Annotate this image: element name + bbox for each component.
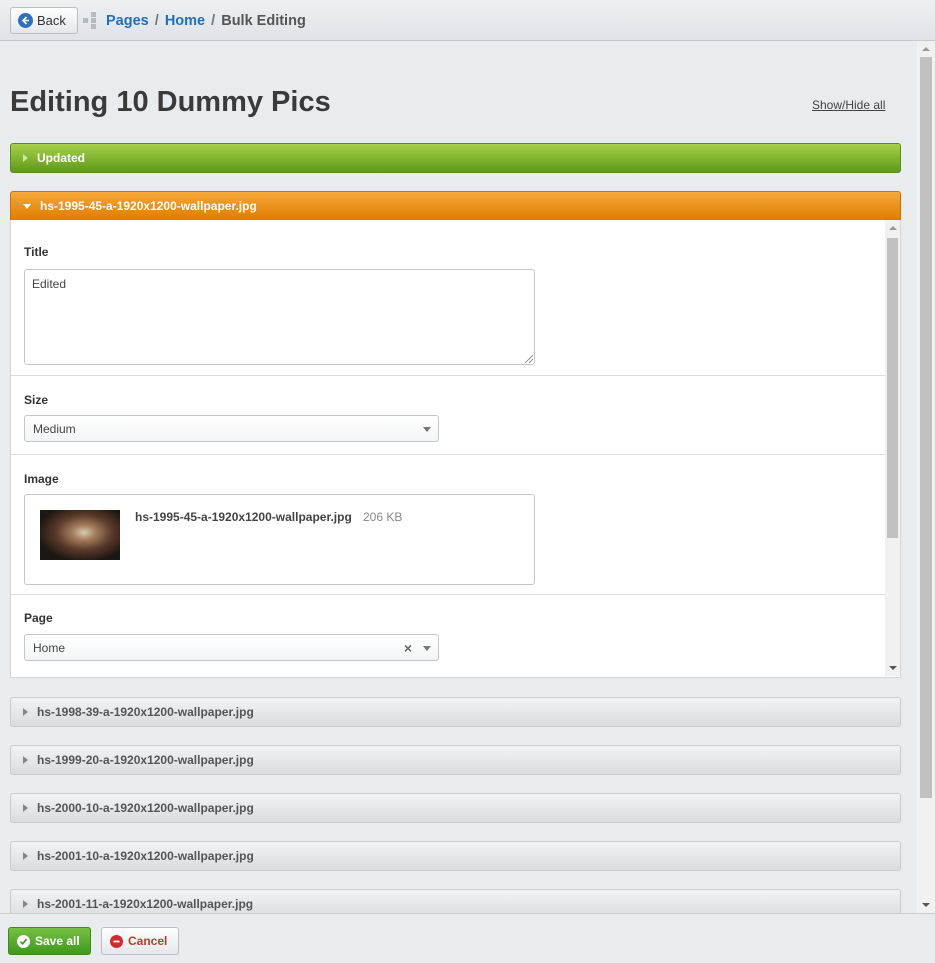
updated-section-header[interactable]: Updated xyxy=(10,143,901,173)
image-filename: hs-1995-45-a-1920x1200-wallpaper.jpg xyxy=(135,510,352,524)
breadcrumb-separator: / xyxy=(207,13,220,29)
size-select[interactable]: Medium xyxy=(24,415,439,442)
chevron-down-icon xyxy=(423,427,431,432)
breadcrumb-separator: / xyxy=(150,13,163,29)
title-label: Title xyxy=(24,245,49,259)
page-selected-value: Home xyxy=(33,640,66,655)
accordion-item-label: hs-1995-45-a-1920x1200-wallpaper.jpg xyxy=(40,199,257,213)
image-thumbnail xyxy=(40,510,120,560)
accordion-item[interactable]: hs-1999-20-a-1920x1200-wallpaper.jpg xyxy=(10,745,901,775)
panel-scrollbar[interactable] xyxy=(885,220,900,676)
panel-scrollbar-thumb[interactable] xyxy=(887,238,898,538)
edit-panel: Title Edited Size Medium Image hs-1995-4… xyxy=(10,220,901,678)
accordion-item[interactable]: hs-2000-10-a-1920x1200-wallpaper.jpg xyxy=(10,793,901,823)
breadcrumb-home-link[interactable]: Home xyxy=(165,13,205,29)
page-select[interactable]: Home × xyxy=(24,634,439,661)
title-textarea[interactable]: Edited xyxy=(24,269,535,365)
accordion-item-label: hs-2001-10-a-1920x1200-wallpaper.jpg xyxy=(37,849,254,863)
clear-icon[interactable]: × xyxy=(404,640,412,656)
chevron-down-icon xyxy=(423,646,431,651)
breadcrumb-pages-link[interactable]: Pages xyxy=(106,13,149,29)
caret-right-icon xyxy=(23,804,28,812)
page-scrollbar[interactable] xyxy=(917,41,935,913)
image-upload-box[interactable]: hs-1995-45-a-1920x1200-wallpaper.jpg 206… xyxy=(24,494,535,585)
sitemap-icon xyxy=(83,12,96,29)
breadcrumb-current: Bulk Editing xyxy=(221,13,306,29)
scroll-up-icon[interactable] xyxy=(889,226,897,230)
scroll-up-icon[interactable] xyxy=(922,47,930,51)
back-button-label: Back xyxy=(37,13,66,28)
size-field-row: Size Medium xyxy=(11,376,885,455)
size-selected-value: Medium xyxy=(33,421,76,436)
caret-right-icon xyxy=(23,852,28,860)
check-icon xyxy=(17,934,30,948)
save-all-label: Save all xyxy=(35,934,80,948)
cancel-button[interactable]: Cancel xyxy=(101,927,179,955)
save-all-button[interactable]: Save all xyxy=(8,927,91,955)
page-field-row: Page Home × xyxy=(11,595,885,677)
resize-handle-icon[interactable] xyxy=(525,355,533,363)
caret-right-icon xyxy=(23,756,28,764)
accordion-item[interactable]: hs-2001-10-a-1920x1200-wallpaper.jpg xyxy=(10,841,901,871)
scroll-down-icon[interactable] xyxy=(922,903,930,907)
accordion-item[interactable]: hs-1998-39-a-1920x1200-wallpaper.jpg xyxy=(10,697,901,727)
caret-down-icon xyxy=(23,203,31,209)
image-filesize: 206 KB xyxy=(363,510,403,524)
caret-right-icon xyxy=(23,708,28,716)
image-label: Image xyxy=(24,472,59,486)
arrow-left-icon xyxy=(18,13,33,28)
bottom-action-bar: Save all Cancel xyxy=(0,913,935,963)
cancel-label: Cancel xyxy=(128,934,168,948)
page-title: Editing 10 Dummy Pics xyxy=(10,86,331,118)
accordion-item-label: hs-1998-39-a-1920x1200-wallpaper.jpg xyxy=(37,705,254,719)
show-hide-all-link[interactable]: Show/Hide all xyxy=(812,98,885,112)
caret-right-icon xyxy=(23,154,28,162)
caret-right-icon xyxy=(23,900,28,908)
cancel-icon xyxy=(110,934,123,948)
title-value: Edited xyxy=(32,277,67,291)
breadcrumb: Pages / Home / Bulk Editing xyxy=(106,13,306,29)
accordion-item-open[interactable]: hs-1995-45-a-1920x1200-wallpaper.jpg xyxy=(10,191,901,221)
accordion-item-label: hs-2001-11-a-1920x1200-wallpaper.jpg xyxy=(37,897,254,911)
page-label: Page xyxy=(24,611,53,625)
title-field-row: Title Edited xyxy=(11,220,885,376)
scroll-down-icon[interactable] xyxy=(889,666,897,670)
updated-section-label: Updated xyxy=(37,151,85,165)
size-label: Size xyxy=(24,393,49,407)
accordion-item-label: hs-2000-10-a-1920x1200-wallpaper.jpg xyxy=(37,801,254,815)
page-scrollbar-thumb[interactable] xyxy=(920,57,932,798)
image-field-row: Image hs-1995-45-a-1920x1200-wallpaper.j… xyxy=(11,455,885,595)
back-button[interactable]: Back xyxy=(10,7,78,34)
top-bar: Back Pages / Home / Bulk Editing xyxy=(0,0,935,41)
accordion-item-label: hs-1999-20-a-1920x1200-wallpaper.jpg xyxy=(37,753,254,767)
